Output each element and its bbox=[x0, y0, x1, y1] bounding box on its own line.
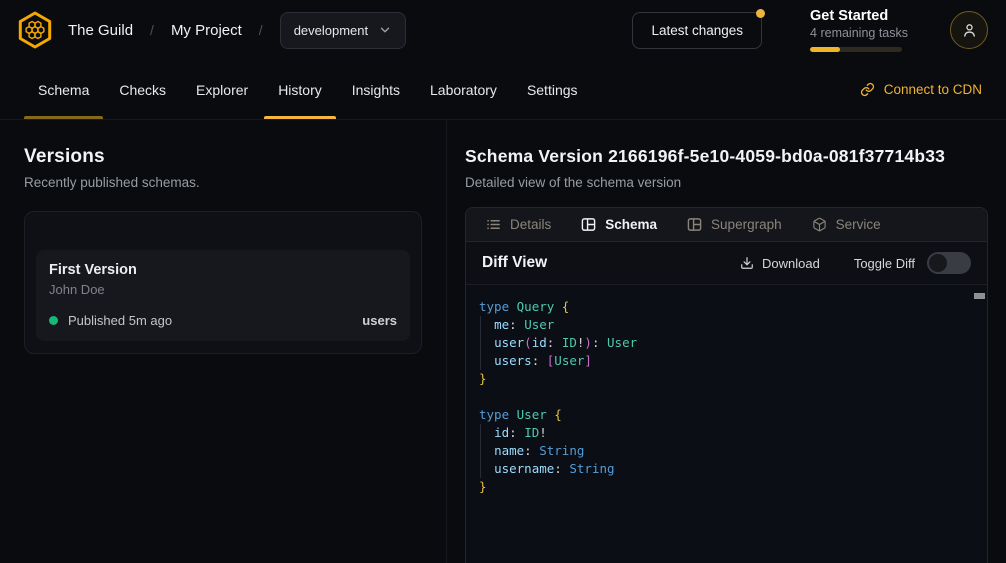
chevron-down-icon bbox=[378, 23, 392, 37]
schema-version-subtitle: Detailed view of the schema version bbox=[465, 175, 988, 190]
detail-tab-label: Service bbox=[836, 217, 881, 232]
tab-underline bbox=[264, 116, 336, 119]
get-started-progress-fill bbox=[810, 47, 840, 52]
nav-tabs: Schema Checks Explorer History Insights Labor… bbox=[24, 60, 594, 119]
schema-code-viewer: type Query { me: User user(id: ID!): Use… bbox=[466, 285, 987, 563]
download-label: Download bbox=[762, 256, 820, 271]
breadcrumb-separator: / bbox=[259, 22, 263, 38]
breadcrumb-organization[interactable]: The Guild bbox=[68, 22, 133, 39]
version-list: First Version John Doe Published 5m ago use… bbox=[36, 250, 410, 341]
indent-guide bbox=[480, 424, 481, 442]
notification-dot bbox=[756, 9, 765, 18]
detail-tab-details[interactable]: Details bbox=[486, 217, 551, 232]
published-status-dot bbox=[49, 316, 58, 325]
get-started-widget[interactable]: Get Started 4 remaining tasks bbox=[810, 8, 908, 52]
environment-selector-value: development bbox=[294, 23, 368, 38]
code-line: username: String bbox=[479, 460, 971, 478]
indent-guide bbox=[480, 352, 481, 370]
person-icon bbox=[960, 21, 979, 40]
tab-underline bbox=[24, 116, 103, 119]
code-line: user(id: ID!): User bbox=[479, 334, 971, 352]
scrollbar-thumb[interactable] bbox=[974, 293, 985, 299]
schema-version-title: Schema Version 2166196f-5e10-4059-bd0a-0… bbox=[465, 146, 988, 167]
tab-label: History bbox=[278, 82, 322, 98]
indent-guide bbox=[480, 316, 481, 334]
breadcrumb-project[interactable]: My Project bbox=[171, 22, 242, 39]
tab-settings[interactable]: Settings bbox=[513, 60, 592, 119]
detail-tab-label: Supergraph bbox=[711, 217, 782, 232]
tab-label: Explorer bbox=[196, 82, 248, 98]
breadcrumb-separator: / bbox=[150, 22, 154, 38]
columns-icon bbox=[687, 217, 702, 232]
tab-label: Settings bbox=[527, 82, 578, 98]
code-line bbox=[479, 388, 971, 406]
version-detail-panel: Schema Version 2166196f-5e10-4059-bd0a-0… bbox=[447, 120, 1006, 563]
latest-changes-button[interactable]: Latest changes bbox=[632, 12, 762, 49]
user-avatar[interactable] bbox=[950, 11, 988, 49]
get-started-remaining-tasks: 4 remaining tasks bbox=[810, 26, 908, 40]
detail-tab-label: Schema bbox=[605, 217, 657, 232]
tab-insights[interactable]: Insights bbox=[338, 60, 414, 119]
code-line: } bbox=[479, 478, 971, 496]
download-icon bbox=[740, 256, 754, 270]
tab-explorer[interactable]: Explorer bbox=[182, 60, 262, 119]
tab-label: Insights bbox=[352, 82, 400, 98]
code-line: type User { bbox=[479, 406, 971, 424]
indent-guide bbox=[480, 460, 481, 478]
indent-guide bbox=[480, 334, 481, 352]
code-lines: type Query { me: User user(id: ID!): Use… bbox=[479, 298, 971, 496]
link-icon bbox=[860, 82, 875, 97]
detail-tab-schema[interactable]: Schema bbox=[581, 217, 657, 232]
version-name: First Version bbox=[49, 262, 397, 278]
code-line: users: [User] bbox=[479, 352, 971, 370]
code-line: name: String bbox=[479, 442, 971, 460]
schema-detail-box: Details Schema Supergraph Service Diff View… bbox=[465, 207, 988, 563]
version-status: Published 5m ago bbox=[68, 313, 172, 328]
top-header: The Guild / My Project / development Lat… bbox=[0, 0, 1006, 60]
get-started-title: Get Started bbox=[810, 8, 908, 24]
get-started-progressbar bbox=[810, 47, 902, 52]
hive-logo[interactable] bbox=[16, 11, 54, 49]
code-line: type Query { bbox=[479, 298, 971, 316]
tab-label: Schema bbox=[38, 82, 89, 98]
service-badge: users bbox=[362, 313, 397, 328]
diff-view-actions: Download Toggle Diff bbox=[740, 252, 971, 274]
cube-icon bbox=[812, 217, 827, 232]
detail-tab-supergraph[interactable]: Supergraph bbox=[687, 217, 782, 232]
diff-view-title: Diff View bbox=[482, 254, 547, 272]
code-line: me: User bbox=[479, 316, 971, 334]
indent-guide bbox=[480, 442, 481, 460]
connect-to-cdn-link[interactable]: Connect to CDN bbox=[860, 60, 982, 119]
versions-title: Versions bbox=[24, 146, 422, 168]
version-list-item[interactable]: First Version John Doe Published 5m ago use… bbox=[36, 250, 410, 341]
detail-tab-label: Details bbox=[510, 217, 551, 232]
columns-icon bbox=[581, 217, 596, 232]
switch-knob bbox=[929, 254, 947, 272]
detail-tab-service[interactable]: Service bbox=[812, 217, 881, 232]
download-button[interactable]: Download bbox=[740, 256, 820, 271]
main-nav: Schema Checks Explorer History Insights Labor… bbox=[0, 60, 1006, 120]
versions-subtitle: Recently published schemas. bbox=[24, 175, 422, 190]
list-icon bbox=[486, 217, 501, 232]
content: Versions Recently published schemas. Fir… bbox=[0, 120, 1006, 563]
schema-detail-tabs: Details Schema Supergraph Service bbox=[466, 208, 987, 242]
tab-label: Checks bbox=[119, 82, 166, 98]
toggle-diff-label: Toggle Diff bbox=[854, 256, 915, 271]
diff-view-toolbar: Diff View Download Toggle Diff bbox=[466, 242, 987, 285]
code-line: id: ID! bbox=[479, 424, 971, 442]
tab-checks[interactable]: Checks bbox=[105, 60, 180, 119]
tab-schema[interactable]: Schema bbox=[24, 60, 103, 119]
connect-to-cdn-label: Connect to CDN bbox=[884, 82, 982, 97]
code-line: } bbox=[479, 370, 971, 388]
tab-history[interactable]: History bbox=[264, 60, 336, 119]
latest-changes-label: Latest changes bbox=[651, 23, 743, 38]
tab-laboratory[interactable]: Laboratory bbox=[416, 60, 511, 119]
tab-label: Laboratory bbox=[430, 82, 497, 98]
version-author: John Doe bbox=[49, 282, 397, 297]
versions-panel: Versions Recently published schemas. Fir… bbox=[0, 120, 447, 563]
toggle-diff-switch[interactable] bbox=[927, 252, 971, 274]
environment-selector[interactable]: development bbox=[280, 12, 406, 49]
version-meta: Published 5m ago users bbox=[49, 313, 397, 328]
versions-card: First Version John Doe Published 5m ago use… bbox=[24, 211, 422, 354]
